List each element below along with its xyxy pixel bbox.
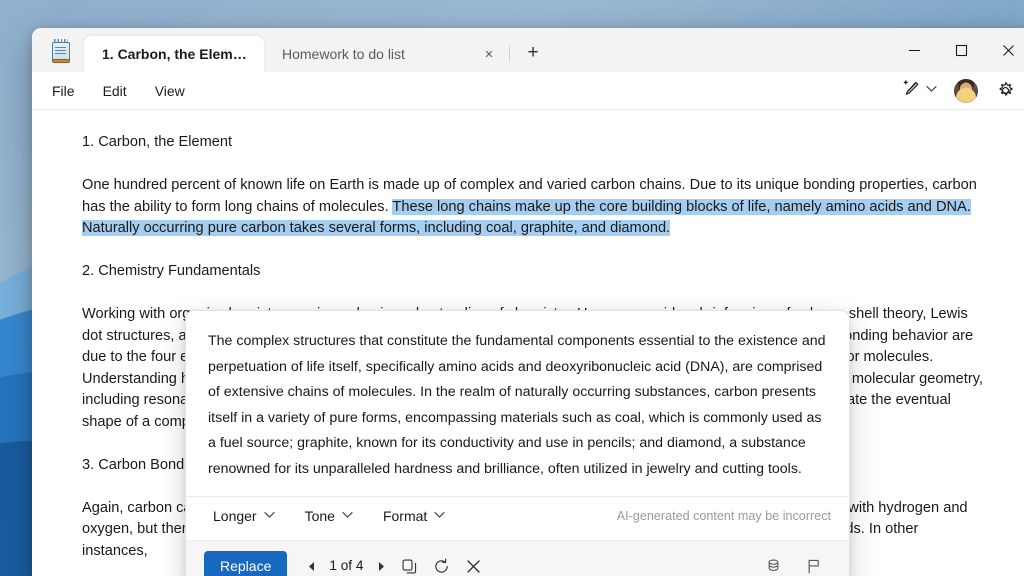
maximize-icon[interactable] [938,28,985,72]
ai-disclaimer: AI-generated content may be incorrect [616,508,831,523]
document-body[interactable]: 1. Carbon, the Element One hundred perce… [32,110,1024,576]
next-suggestion-button[interactable] [369,554,393,576]
close-icon[interactable] [457,552,489,576]
ai-actions-right [757,552,835,576]
ai-rewrite-popup: The complex structures that constitute t… [185,310,850,576]
close-icon[interactable]: × [477,42,501,66]
window-controls [891,28,1024,72]
format-label: Format [382,507,428,524]
suggestion-counter: 1 of 4 [329,558,364,574]
menu-file[interactable]: File [40,78,87,104]
close-icon[interactable] [985,28,1024,72]
notepad-icon [50,39,72,63]
chevron-down-icon [263,511,275,522]
minimize-icon[interactable] [891,28,938,72]
menu-bar: File Edit View [32,72,1024,110]
replace-button[interactable]: Replace [204,551,288,576]
format-dropdown[interactable]: Format [374,501,454,533]
document-heading-1: 1. Carbon, the Element [82,134,233,150]
title-bar: 1. Carbon, the Element Homework to do li… [32,28,1024,72]
tone-label: Tone [304,507,335,524]
document-paragraph-1: One hundred percent of known life on Ear… [82,175,988,240]
desktop-background: 1. Carbon, the Element Homework to do li… [0,0,1024,576]
length-label: Longer [213,507,257,524]
new-tab-button[interactable]: + [518,38,548,68]
gear-icon[interactable] [988,77,1022,105]
tone-dropdown[interactable]: Tone [296,501,362,533]
menu-view[interactable]: View [143,78,197,104]
ai-rewrite-button[interactable] [895,77,944,105]
previous-suggestion-button[interactable] [299,554,323,576]
document-heading-2: 2. Chemistry Fundamentals [82,263,261,279]
tab-label: 1. Carbon, the Element [102,46,250,62]
ai-options-row: Longer Tone Format AI-generated content … [186,496,849,540]
tab-homework-to-do-list[interactable]: Homework to do list × [264,36,509,72]
divider [509,46,510,62]
notepad-window: 1. Carbon, the Element Homework to do li… [32,28,1024,576]
chevron-down-icon [342,511,353,522]
menu-edit[interactable]: Edit [91,78,139,104]
flag-icon[interactable] [797,552,829,576]
length-dropdown[interactable]: Longer [204,501,284,533]
ai-rewrite-icon [902,79,921,103]
menu-bar-right [895,77,1022,105]
credits-stack-icon[interactable] [757,552,789,576]
chevron-down-icon [926,85,937,96]
avatar[interactable] [954,78,978,103]
refresh-icon[interactable] [425,552,457,576]
copy-icon[interactable] [393,552,425,576]
ai-actions-row: Replace 1 of 4 [186,540,849,576]
ai-suggestion-text: The complex structures that constitute t… [208,333,826,477]
chevron-down-icon [434,511,445,522]
tab-carbon-the-element[interactable]: 1. Carbon, the Element [84,36,264,72]
tab-label: Homework to do list [282,46,405,62]
